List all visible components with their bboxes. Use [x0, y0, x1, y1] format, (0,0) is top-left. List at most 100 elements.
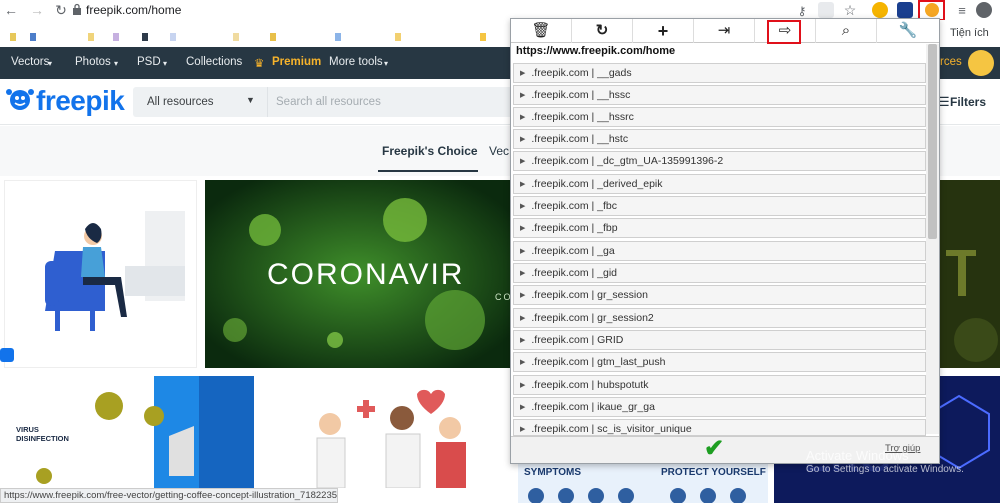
- scrollbar-thumb[interactable]: [928, 44, 937, 239]
- image-card-coffee[interactable]: [4, 180, 197, 368]
- chevron-down-icon: ▾: [114, 59, 119, 68]
- star-icon[interactable]: ☆: [841, 1, 859, 19]
- options-button[interactable]: 🔧: [877, 19, 939, 43]
- crown-icon: ♛: [254, 58, 265, 70]
- nav-psd[interactable]: PSD: [137, 56, 161, 68]
- nav-collections[interactable]: Collections: [186, 56, 242, 68]
- cookie-row[interactable]: ▶ .freepik.com | gr_session: [513, 285, 926, 305]
- bookmark-item[interactable]: [88, 33, 94, 41]
- expand-icon: ▶: [520, 292, 526, 299]
- image-card-doctors[interactable]: [262, 376, 510, 488]
- nav-photos[interactable]: Photos: [75, 56, 111, 68]
- checkmark-icon[interactable]: ✔: [704, 434, 724, 463]
- expand-icon: ▶: [520, 359, 526, 366]
- add-cookie-button[interactable]: +: [633, 19, 694, 43]
- freepik-logo-icon[interactable]: [4, 84, 36, 114]
- highlight-box: [767, 20, 801, 44]
- lock-icon: [73, 3, 81, 15]
- resource-select-label: All resources: [147, 96, 214, 108]
- import-button[interactable]: ⇥: [694, 19, 755, 43]
- expand-icon: ▶: [520, 158, 526, 165]
- reload-icon[interactable]: ↻: [52, 1, 70, 19]
- user-icon[interactable]: [0, 348, 14, 362]
- cookie-row[interactable]: ▶ .freepik.com | GRID: [513, 330, 926, 350]
- bookmark-item[interactable]: [395, 33, 401, 41]
- cookie-row[interactable]: ▶ .freepik.com | _dc_gtm_UA-135991396-2: [513, 151, 926, 171]
- freepik-logo[interactable]: freepik: [36, 85, 125, 117]
- bookmark-item[interactable]: [480, 33, 486, 41]
- expand-icon: ▶: [520, 382, 526, 389]
- delete-all-button[interactable]: 🗑: [511, 19, 572, 43]
- protect-label: PROTECT YOURSELF: [661, 467, 766, 478]
- bookmark-item[interactable]: [113, 33, 119, 41]
- nav-resources-partial[interactable]: rces: [940, 56, 962, 68]
- image-card-virus-disinfection[interactable]: VIRUS DISINFECTION: [4, 376, 254, 488]
- translate-icon[interactable]: [818, 2, 834, 18]
- profile-icon[interactable]: [976, 2, 992, 18]
- nav-premium[interactable]: Premium: [272, 56, 321, 68]
- cookie-row[interactable]: ▶ .freepik.com | __gads: [513, 63, 926, 83]
- add-icon: +: [657, 21, 669, 41]
- cookie-row[interactable]: ▶ .freepik.com | hubspotutk: [513, 375, 926, 395]
- cookie-row[interactable]: ▶ .freepik.com | _ga: [513, 241, 926, 261]
- search-cookie-button[interactable]: ⌕: [816, 19, 877, 43]
- expand-icon: ▶: [520, 248, 526, 255]
- search-placeholder: Search all resources: [276, 96, 381, 108]
- cookie-row[interactable]: ▶ .freepik.com | _fbc: [513, 196, 926, 216]
- bookmark-item[interactable]: [30, 33, 36, 41]
- extension-icon[interactable]: [872, 2, 888, 18]
- tab-vectors[interactable]: Vec: [489, 144, 509, 158]
- back-icon[interactable]: ←: [2, 1, 20, 19]
- expand-icon: ▶: [520, 225, 526, 232]
- cookie-row[interactable]: ▶ .freepik.com | gr_session2: [513, 308, 926, 328]
- bookmark-item[interactable]: [335, 33, 341, 41]
- expand-icon: ▶: [520, 270, 526, 277]
- status-bar: https://www.freepik.com/free-vector/gett…: [0, 488, 338, 503]
- chevron-down-icon: ▾: [163, 59, 168, 68]
- bookmark-item[interactable]: [142, 33, 148, 41]
- cookie-row[interactable]: ▶ .freepik.com | _fbp: [513, 218, 926, 238]
- doctors-illustration: [316, 389, 466, 488]
- forward-icon[interactable]: →: [28, 1, 46, 19]
- address-bar[interactable]: freepik.com/home: [86, 3, 181, 17]
- bookmark-item[interactable]: [233, 33, 239, 41]
- image-card-coronavirus[interactable]: CORONAVIR CO: [205, 180, 510, 368]
- symptoms-icons: [528, 488, 746, 503]
- expand-icon: ▶: [520, 337, 526, 344]
- expand-icon: ▶: [520, 181, 526, 188]
- expand-icon: ▶: [520, 114, 526, 121]
- cookie-row[interactable]: ▶ .freepik.com | _derived_epik: [513, 174, 926, 194]
- filters-button[interactable]: Filters: [950, 95, 986, 109]
- image-card-symptoms[interactable]: SYMPTOMS PROTECT YOURSELF: [518, 464, 768, 503]
- cookie-row[interactable]: ▶ .freepik.com | _gid: [513, 263, 926, 283]
- expand-icon: ▶: [520, 92, 526, 99]
- reading-list-icon[interactable]: ≡: [953, 2, 971, 20]
- search-icon: ⌕: [841, 22, 851, 39]
- chevron-down-icon: ▼: [246, 95, 255, 105]
- tab-freepiks-choice[interactable]: Freepik's Choice: [382, 144, 478, 158]
- cookie-row[interactable]: ▶ .freepik.com | __hssrc: [513, 107, 926, 127]
- chevron-down-icon: ▾: [48, 59, 53, 68]
- wrench-icon: 🔧: [898, 22, 918, 39]
- expand-icon: ▶: [520, 315, 526, 322]
- cookie-row[interactable]: ▶ .freepik.com | ikaue_gr_ga: [513, 397, 926, 417]
- bookmark-item[interactable]: [170, 33, 176, 41]
- active-tab-indicator: [378, 170, 478, 172]
- trash-icon: 🗑: [531, 22, 551, 39]
- cookie-row[interactable]: ▶ .freepik.com | __hstc: [513, 129, 926, 149]
- expand-icon: ▶: [520, 70, 526, 77]
- nav-more-tools[interactable]: More tools: [329, 56, 383, 68]
- avatar[interactable]: [968, 50, 994, 76]
- expand-icon: ▶: [520, 404, 526, 411]
- bookmark-item[interactable]: [270, 33, 276, 41]
- cookie-row[interactable]: ▶ .freepik.com | gtm_last_push: [513, 352, 926, 372]
- nav-vectors[interactable]: Vectors: [11, 56, 49, 68]
- chevron-down-icon: ▾: [384, 59, 389, 68]
- cookie-row[interactable]: ▶ .freepik.com | __hssc: [513, 85, 926, 105]
- extensions-bookmark[interactable]: Tiện ích: [950, 27, 989, 39]
- extension-icon[interactable]: [897, 2, 913, 18]
- import-icon: ⇥: [717, 22, 731, 39]
- refresh-button[interactable]: ↻: [572, 19, 633, 43]
- bookmark-item[interactable]: [10, 33, 16, 41]
- coronavirus-title: CORONAVIR: [267, 258, 465, 291]
